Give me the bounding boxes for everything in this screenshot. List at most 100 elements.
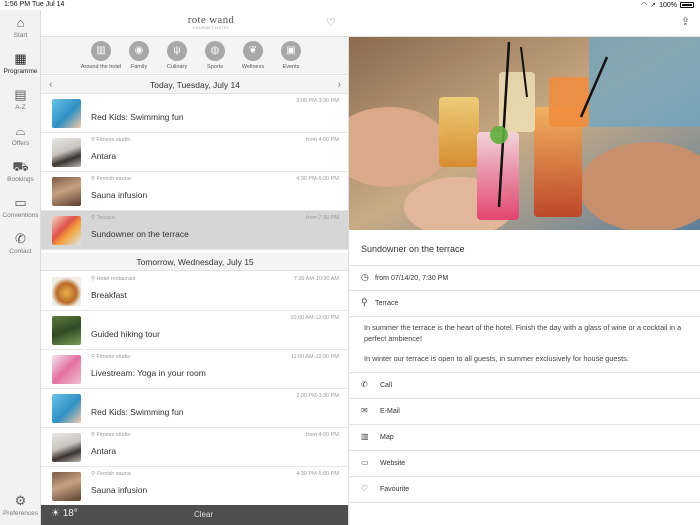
event-row[interactable]: ⚲ Finnish sauna 4:30 PM-5:00 PM Sauna in…	[41, 172, 348, 211]
event-row[interactable]: ⚲ Fitness studio from 4:00 PM Antara	[41, 133, 348, 172]
status-right: ◠ ➚ 100%	[641, 1, 694, 9]
event-hero-image	[349, 37, 700, 230]
nav-item-conventions[interactable]: ▭ Conventions	[0, 194, 41, 228]
day-header-today: ‹ Today, Tuesday, July 14 ›	[41, 76, 348, 94]
share-icon[interactable]: ⇪	[681, 15, 690, 28]
call-action[interactable]: ✆ Call	[361, 380, 392, 389]
divider	[349, 502, 700, 503]
hotel-logo: rote wand GOURMET HOTEL	[187, 14, 235, 30]
nav-item-a-z[interactable]: ▤ A-Z	[0, 86, 41, 120]
divider	[349, 450, 700, 451]
nav-item-preferences[interactable]: ⚙ Preferences	[0, 492, 41, 525]
clock-icon: ◷	[361, 272, 369, 282]
cart-icon: ⛟	[12, 159, 29, 174]
divider	[349, 424, 700, 425]
event-thumbnail	[52, 138, 81, 167]
event-thumbnail	[52, 316, 81, 345]
wifi-icon: ◠	[641, 2, 648, 9]
home-icon: ⌂	[16, 15, 25, 30]
phone-icon: ✆	[361, 380, 368, 389]
status-bar: 1:56 PM Tue Jul 14 ◠ ➚ 100%	[0, 0, 700, 10]
heart-icon: ♡	[361, 484, 369, 493]
event-thumbnail	[52, 177, 81, 206]
calendar-icon: ▦	[14, 51, 27, 66]
programme-list-panel: ▥ Around the hotel ◉ Family ψ Culinary ◍…	[41, 37, 349, 525]
pin-icon: ⚲	[361, 297, 368, 307]
cocktails-photo	[349, 37, 700, 230]
divider	[349, 265, 700, 266]
event-detail-panel: Sundowner on the terrace ◷ from 07/14/20,…	[349, 37, 700, 525]
battery-percent: 100%	[659, 1, 677, 9]
event-location: ⚲ Finnish sauna	[91, 176, 131, 182]
category-filter-bar: ▥ Around the hotel ◉ Family ψ Culinary ◍…	[41, 37, 348, 75]
email-action[interactable]: ✉ E-Mail	[361, 406, 400, 415]
favourite-action[interactable]: ♡ Favourite	[361, 484, 409, 493]
event-row[interactable]: 2:00 PM-3:30 PM Red Kids: Swimming fun	[41, 389, 348, 428]
divider	[349, 316, 700, 317]
eye-icon: ◉	[129, 41, 149, 61]
nav-item-start[interactable]: ⌂ Start	[0, 14, 41, 48]
event-location: ⚲ Fitness studio	[91, 354, 131, 360]
map-action[interactable]: ▥ Map	[361, 432, 394, 441]
nav-item-bookings[interactable]: ⛟ Bookings	[0, 158, 41, 192]
map-icon: ▥	[361, 432, 369, 441]
chevron-left-icon[interactable]: ‹	[49, 76, 52, 94]
ball-icon: ◍	[205, 41, 225, 61]
event-description-2: In winter our terrace is open to all gue…	[364, 354, 629, 363]
location-icon: ➚	[650, 2, 657, 9]
event-row[interactable]: ⚲ Finnish sauna 4:30 PM-5:00 PM Sauna in…	[41, 467, 348, 506]
event-location: ⚲ Hotel restaurant	[91, 276, 136, 282]
event-thumbnail	[52, 277, 81, 306]
event-location: ⚲ Fitness studio	[91, 137, 131, 143]
event-row[interactable]: ⚲ Hotel restaurant 7:30 AM-10:30 AM Brea…	[41, 272, 348, 311]
divider	[349, 476, 700, 477]
browser-icon: ▭	[361, 458, 369, 467]
website-action[interactable]: ▭ Website	[361, 458, 405, 467]
clear-button[interactable]: Clear	[194, 510, 213, 519]
gear-icon: ⚙	[14, 493, 27, 508]
mail-icon: ✉	[361, 406, 368, 415]
event-thumbnail	[52, 472, 81, 501]
ticket-icon: ▣	[281, 41, 301, 61]
top-header: rote wand GOURMET HOTEL ♡ ⇪	[41, 10, 700, 37]
nav-item-programme[interactable]: ▦ Programme	[0, 50, 41, 84]
nav-item-offers[interactable]: ⌓ Offers	[0, 122, 41, 156]
event-description: In summer the terrace is the heart of th…	[364, 323, 682, 343]
presentation-icon: ▭	[14, 195, 27, 210]
event-thumbnail	[52, 99, 81, 128]
divider	[349, 290, 700, 291]
event-row[interactable]: ⚲ Fitness studio from 4:00 PM Antara	[41, 428, 348, 467]
nav-item-contact[interactable]: ✆ Contact	[0, 230, 41, 264]
cutlery-icon: ψ	[167, 41, 187, 61]
lotus-icon: ❦	[243, 41, 263, 61]
event-thumbnail	[52, 355, 81, 384]
chevron-right-icon[interactable]: ›	[338, 76, 341, 94]
phone-icon: ✆	[15, 231, 26, 246]
event-datetime: ◷ from 07/14/20, 7:30 PM	[361, 272, 449, 282]
day-header-tomorrow: Tomorrow, Wednesday, July 15	[41, 253, 348, 271]
cloche-icon: ⌓	[15, 123, 26, 138]
weather-widget[interactable]: ☀ 18°	[51, 508, 78, 519]
event-row[interactable]: 10:00 AM-12:00 PM Guided hiking tour	[41, 311, 348, 350]
sun-icon: ☀	[51, 508, 63, 519]
side-navigation: ⌂ Start ▦ Programme ▤ A-Z ⌓ Offers ⛟ Boo…	[0, 10, 41, 525]
event-location: ⚲ Finnish sauna	[91, 471, 131, 477]
event-location: ⚲ Terrace	[91, 215, 115, 221]
event-location: ⚲ Fitness studio	[91, 432, 131, 438]
event-row[interactable]: ⚲ Fitness studio 11:00 AM-12:00 PM Lives…	[41, 350, 348, 389]
divider	[349, 398, 700, 399]
map-icon: ▥	[91, 41, 111, 61]
favourite-heart-icon[interactable]: ♡	[326, 16, 336, 29]
event-thumbnail	[52, 216, 81, 245]
event-thumbnail	[52, 433, 81, 462]
event-title: Sundowner on the terrace	[361, 244, 465, 254]
status-time: 1:56 PM	[4, 1, 31, 8]
weather-bar: ☀ 18° Clear	[41, 505, 348, 525]
battery-icon	[680, 2, 694, 8]
status-date: Tue Jul 14	[32, 1, 65, 8]
category-events[interactable]: ▣ Events	[269, 41, 313, 70]
event-location-detail: ⚲ Terrace	[361, 297, 399, 307]
event-row[interactable]: 2:00 PM-3:30 PM Red Kids: Swimming fun	[41, 94, 348, 133]
event-row-selected[interactable]: ⚲ Terrace from 7:30 PM Sundowner on the …	[41, 211, 348, 250]
divider	[349, 372, 700, 373]
